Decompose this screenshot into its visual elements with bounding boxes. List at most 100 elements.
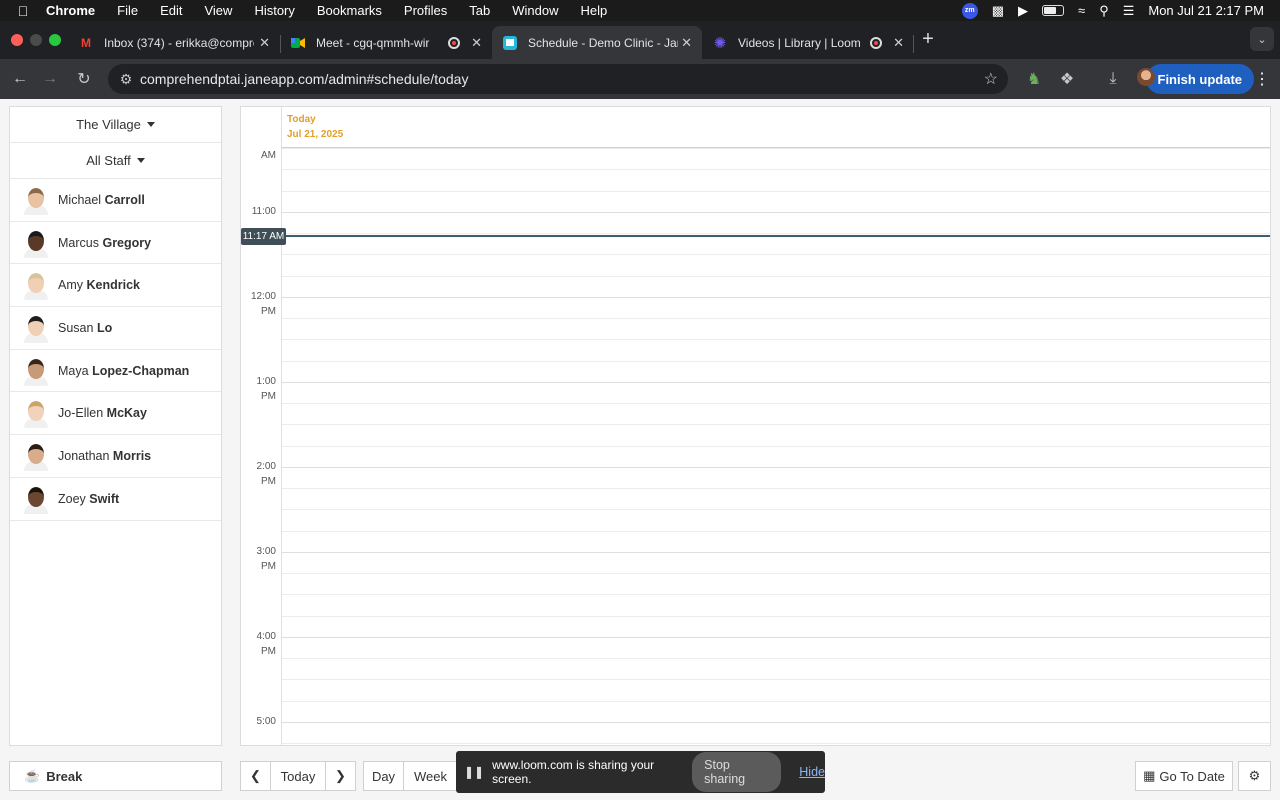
finish-update-button[interactable]: Finish update	[1145, 64, 1254, 94]
time-slot-line	[282, 721, 1270, 723]
current-time-line	[282, 234, 1270, 237]
staff-photo	[22, 185, 50, 215]
menu-app-name[interactable]: Chrome	[46, 3, 95, 18]
time-slot-line	[282, 679, 1270, 681]
tab-gmail[interactable]: M Inbox (374) - erikka@compre ✕	[68, 26, 280, 59]
menu-edit[interactable]: Edit	[160, 3, 182, 18]
time-slot-line	[282, 636, 1270, 638]
wifi-icon[interactable]: ≈	[1078, 3, 1085, 18]
control-center-icon[interactable]: ☰	[1123, 3, 1135, 19]
staff-name: Susan Lo	[58, 321, 112, 335]
week-view-button[interactable]: Week	[403, 761, 458, 791]
address-bar[interactable]: ⚙ comprehendptai.janeapp.com/admin#sched…	[108, 64, 1008, 94]
today-button[interactable]: Today	[270, 761, 326, 791]
time-slot-line	[282, 296, 1270, 298]
tab-meet[interactable]: Meet - cgq-qmmh-wir ✕	[280, 26, 492, 59]
profile-avatar[interactable]	[1137, 68, 1155, 86]
time-slot-line	[282, 509, 1270, 511]
close-window-icon[interactable]	[11, 34, 23, 46]
menu-help[interactable]: Help	[581, 3, 608, 18]
play-icon[interactable]: ▶	[1018, 3, 1028, 19]
minimize-window-icon[interactable]	[30, 34, 42, 46]
time-label-hour: 4:00	[256, 630, 276, 642]
apple-icon[interactable]: 	[0, 3, 46, 19]
menu-view[interactable]: View	[204, 3, 232, 18]
staff-name: Zoey Swift	[58, 492, 119, 506]
forward-arrow-icon[interactable]: →	[38, 67, 62, 91]
menu-clock[interactable]: Mon Jul 21 2:17 PM	[1148, 3, 1264, 18]
bookmark-star-icon[interactable]: ☆	[984, 69, 998, 89]
time-label-hour: 2:00	[256, 460, 276, 472]
staff-row[interactable]: Maya Lopez-Chapman	[10, 350, 221, 393]
tab-search-icon[interactable]: ⌄	[1250, 27, 1274, 51]
site-settings-icon[interactable]: ⚙	[114, 71, 138, 88]
staff-row[interactable]: Marcus Gregory	[10, 222, 221, 265]
staff-row[interactable]: Jo-Ellen McKay	[10, 392, 221, 436]
maximize-window-icon[interactable]	[49, 34, 61, 46]
close-tab-icon[interactable]: ✕	[893, 35, 904, 51]
download-icon[interactable]: ⤓	[1101, 67, 1125, 91]
staff-first-name: Maya	[58, 363, 89, 378]
pause-icon[interactable]: ❚❚	[464, 765, 484, 779]
staff-name: Michael Carroll	[58, 193, 145, 207]
close-tab-icon[interactable]: ✕	[471, 35, 482, 51]
menu-window[interactable]: Window	[512, 3, 558, 18]
tab-schedule[interactable]: Schedule - Demo Clinic - Jan ✕	[492, 26, 702, 59]
screen-share-icon[interactable]: ▩	[992, 3, 1004, 19]
extension-icon[interactable]: ♞	[1022, 67, 1046, 91]
staff-row[interactable]: Zoey Swift	[10, 478, 221, 521]
go-to-date-button[interactable]: ▦ Go To Date	[1135, 761, 1233, 791]
staff-row[interactable]: Amy Kendrick	[10, 264, 221, 308]
staff-row[interactable]: Susan Lo	[10, 307, 221, 350]
staff-filter-selector[interactable]: All Staff	[10, 143, 221, 179]
time-label-meridiem: PM	[261, 305, 276, 317]
close-tab-icon[interactable]: ✕	[259, 35, 270, 51]
menu-file[interactable]: File	[117, 3, 138, 18]
day-view-button[interactable]: Day	[363, 761, 404, 791]
staff-name: Maya Lopez-Chapman	[58, 364, 189, 378]
go-to-date-label: Go To Date	[1159, 768, 1225, 784]
time-slot-line	[282, 573, 1270, 574]
time-label: 4:00 PM	[257, 629, 276, 659]
zoom-status-icon[interactable]: zm	[961, 2, 978, 19]
menu-history[interactable]: History	[254, 3, 294, 18]
extensions-puzzle-icon[interactable]: ❖	[1055, 67, 1079, 91]
screen-share-notification: ❚❚ www.loom.com is sharing your screen. …	[456, 751, 825, 793]
spotlight-search-icon[interactable]: ⚲	[1099, 3, 1109, 19]
staff-row[interactable]: Michael Carroll	[10, 179, 221, 222]
staff-name: Amy Kendrick	[58, 278, 140, 292]
break-label: Break	[46, 768, 83, 784]
more-menu-icon[interactable]: ⋮	[1254, 69, 1270, 89]
address-url[interactable]: comprehendptai.janeapp.com/admin#schedul…	[140, 71, 468, 87]
menu-bookmarks[interactable]: Bookmarks	[317, 3, 382, 18]
staff-first-name: Jo-Ellen	[58, 406, 104, 421]
time-label: 11:00	[252, 204, 276, 219]
time-slot-line	[282, 424, 1270, 426]
close-tab-icon[interactable]: ✕	[681, 35, 692, 51]
hide-link[interactable]: Hide	[799, 765, 825, 779]
time-slot-line	[282, 488, 1270, 489]
reload-icon[interactable]: ↻	[72, 67, 96, 91]
battery-icon[interactable]	[1042, 5, 1065, 16]
stop-sharing-button[interactable]: Stop sharing	[692, 752, 782, 792]
staff-row[interactable]: Jonathan Morris	[10, 435, 221, 478]
tab-title: Schedule - Demo Clinic - Jan	[528, 35, 678, 50]
time-label-hour: 3:00	[256, 545, 276, 557]
staff-sidebar: The Village All Staff Michael Carroll Mar…	[9, 106, 222, 746]
break-button[interactable]: ☕ Break	[9, 761, 222, 791]
menu-tab[interactable]: Tab	[469, 3, 490, 18]
next-day-button[interactable]: ❯	[325, 761, 356, 791]
staff-photo	[22, 441, 50, 471]
settings-button[interactable]: ⚙	[1238, 761, 1271, 791]
new-tab-icon[interactable]: +	[916, 27, 940, 51]
menu-profiles[interactable]: Profiles	[404, 3, 447, 18]
time-slot-line	[282, 211, 1270, 213]
back-arrow-icon[interactable]: ←	[8, 67, 32, 91]
tab-loom[interactable]: ✺ Videos | Library | Loom ✕	[702, 26, 914, 59]
today-label: Today	[287, 114, 316, 125]
staff-last-name: McKay	[106, 406, 147, 421]
location-selector[interactable]: The Village	[10, 107, 221, 143]
schedule-grid[interactable]	[281, 148, 1270, 745]
previous-day-button[interactable]: ❮	[240, 761, 271, 791]
time-slot-line	[282, 551, 1270, 553]
